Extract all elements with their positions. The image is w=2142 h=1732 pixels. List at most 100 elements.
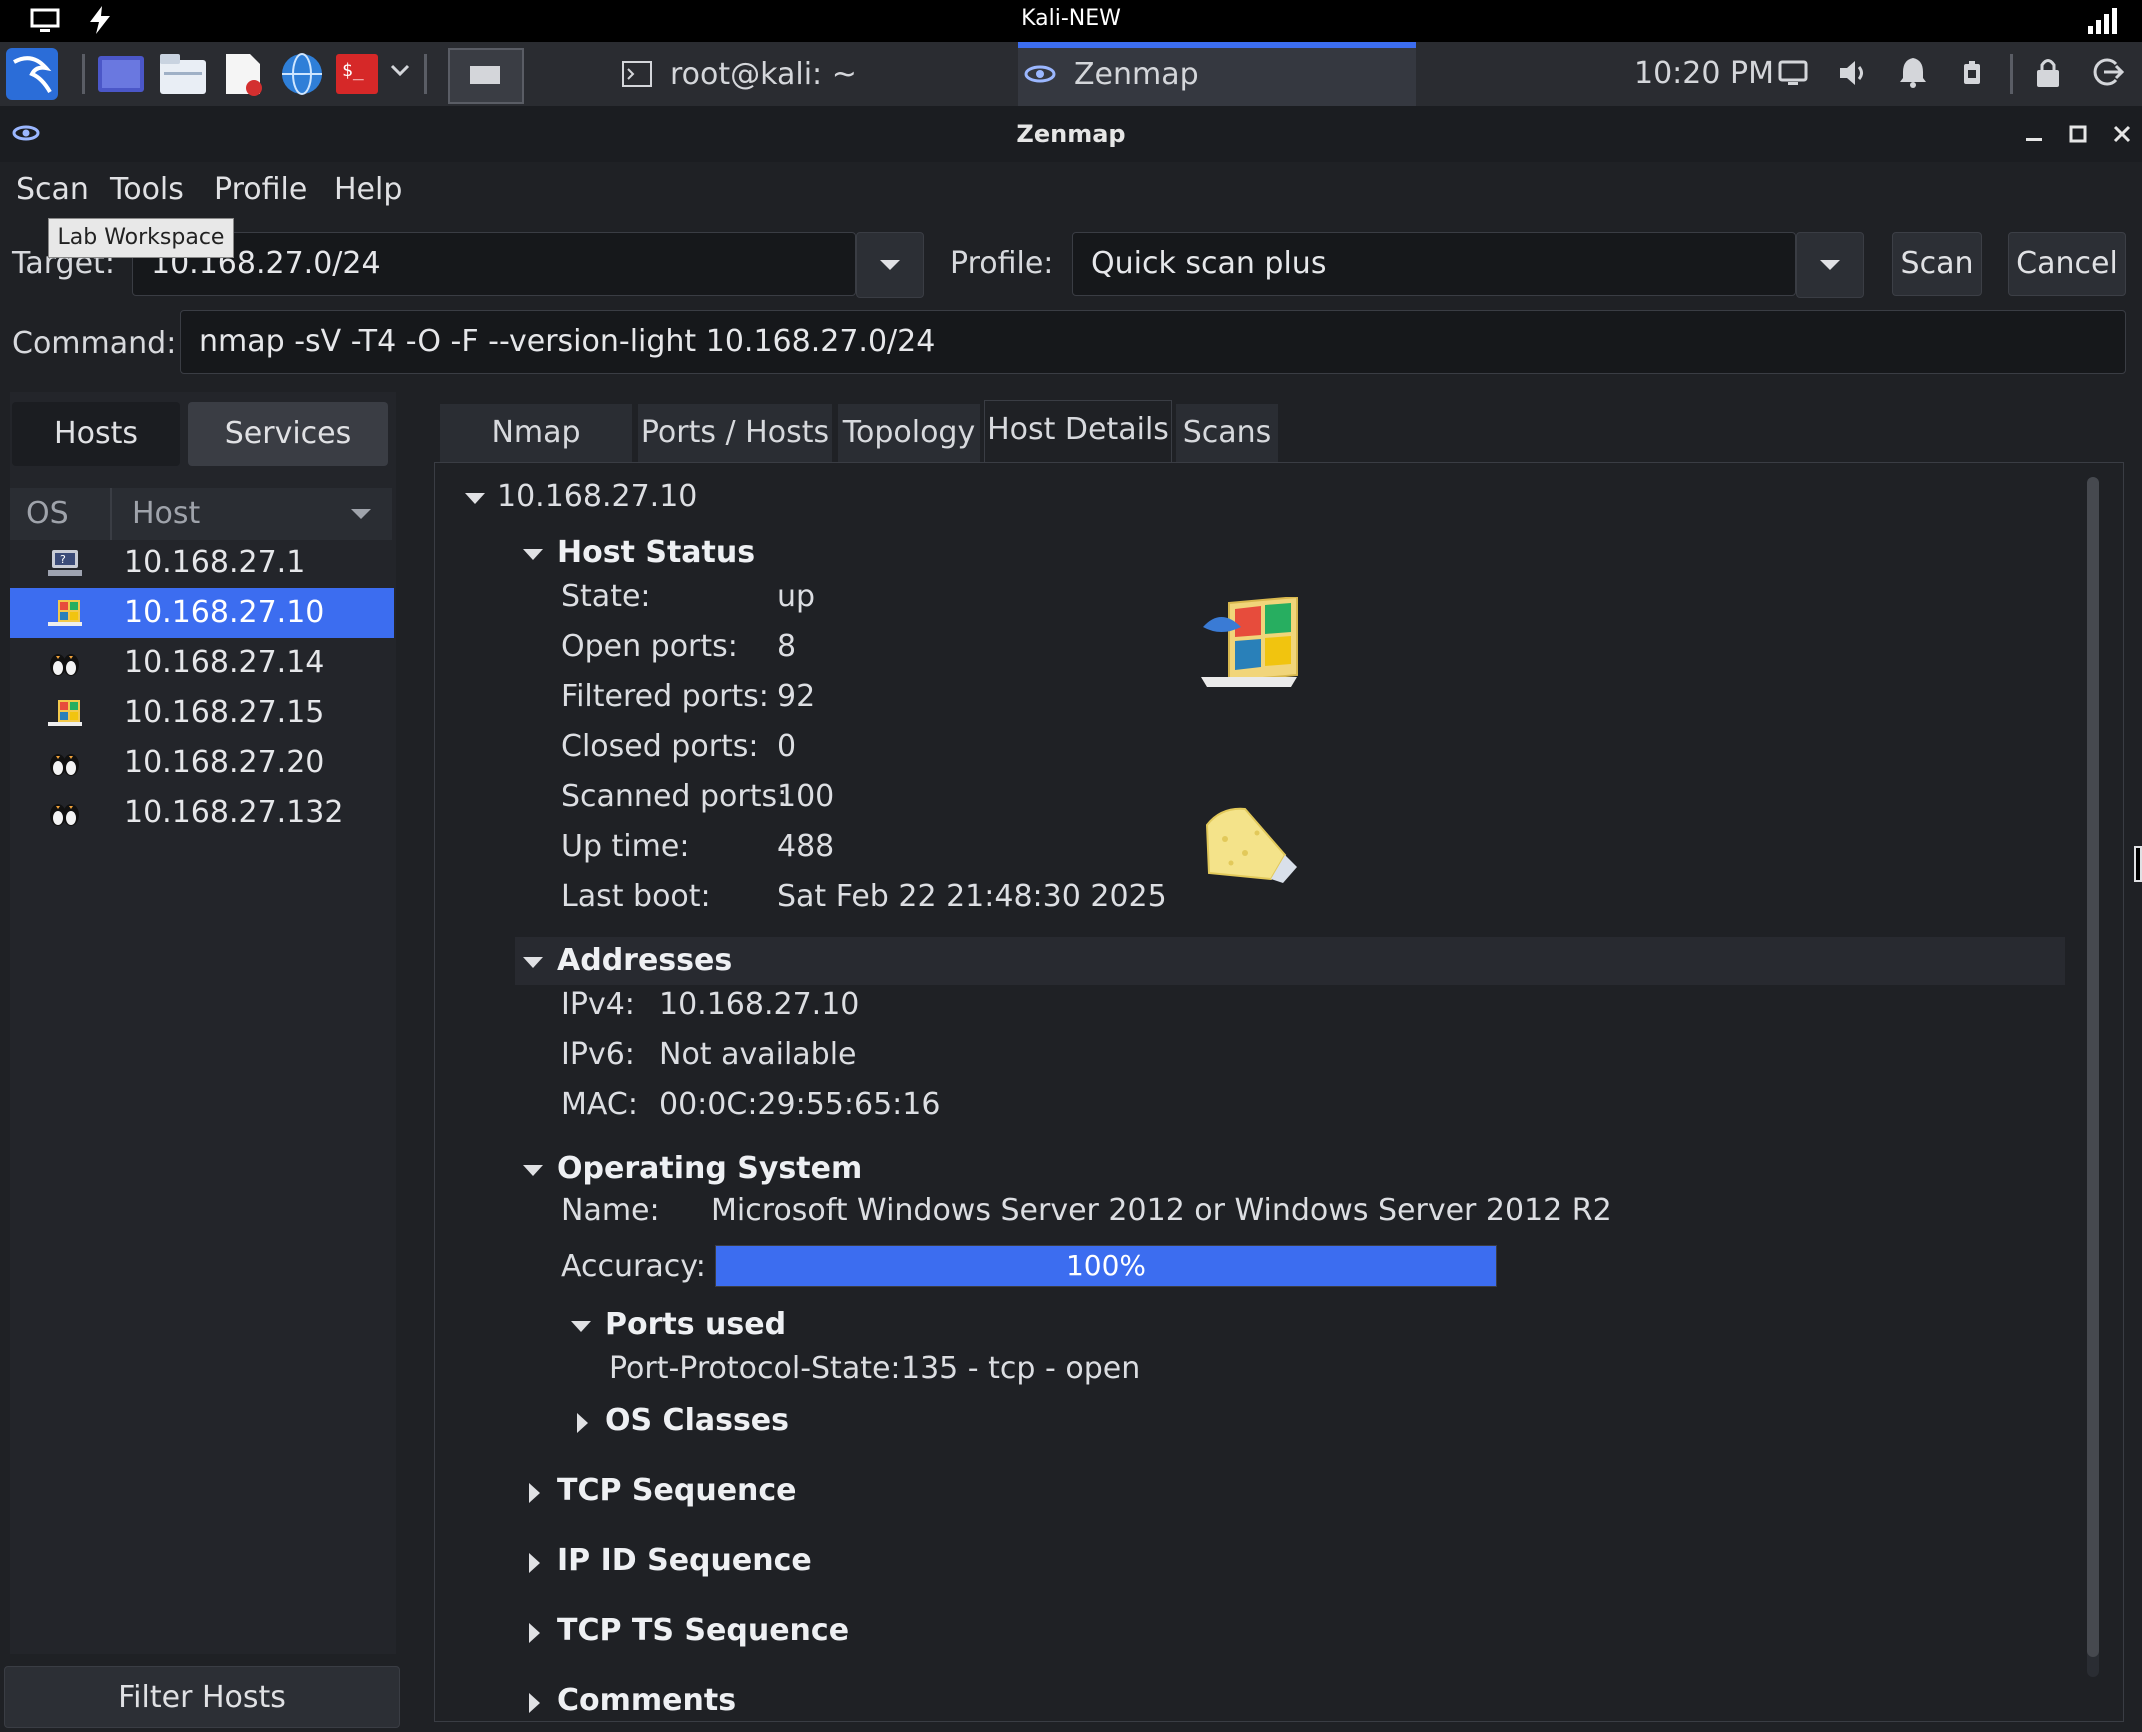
port-protocol-state-value: 135 - tcp - open [901, 1351, 1141, 1386]
expand-ports-used-toggle[interactable] [571, 1321, 591, 1332]
operating-system-heading[interactable]: Operating System [557, 1151, 862, 1186]
expand-tcp-sequence-toggle[interactable] [529, 1483, 540, 1503]
profile-dropdown-button[interactable] [1796, 232, 1864, 298]
show-desktop-button[interactable] [448, 48, 524, 104]
host-row[interactable]: 10.168.27.132 [10, 788, 394, 838]
host-ip: 10.168.27.20 [124, 745, 325, 780]
terminal-launcher-icon[interactable]: $_ [336, 54, 378, 94]
host-ip: 10.168.27.1 [124, 545, 306, 580]
host-ip: 10.168.27.132 [124, 795, 344, 830]
task-zenmap[interactable]: Zenmap [1018, 42, 1416, 106]
addresses-heading[interactable]: Addresses [557, 943, 732, 978]
services-toggle-button[interactable]: Services [188, 402, 388, 466]
cancel-button[interactable]: Cancel [2008, 232, 2126, 296]
scan-button[interactable]: Scan [1892, 232, 1982, 296]
clock[interactable]: 10:20 PM [1634, 56, 1774, 91]
menu-tools[interactable]: Tools [110, 172, 184, 207]
window-title: Zenmap [1016, 120, 1126, 148]
host-row[interactable]: 10.168.27.15 [10, 688, 394, 738]
accuracy-progress-bar: 100% [715, 1245, 1497, 1287]
last-boot-label: Last boot: [561, 879, 711, 914]
open-ports-label: Open ports: [561, 629, 738, 664]
tcp-sequence-heading[interactable]: TCP Sequence [557, 1473, 797, 1508]
battery-icon[interactable] [1962, 60, 1982, 86]
tab-topology[interactable]: Topology [838, 404, 980, 462]
windows-logo-icon [1201, 597, 1301, 687]
minimize-icon[interactable] [2024, 124, 2044, 144]
up-time-value: 488 [777, 829, 835, 864]
expand-host-toggle[interactable] [465, 493, 485, 504]
comments-heading[interactable]: Comments [557, 1683, 736, 1718]
chevron-down-icon[interactable] [390, 64, 410, 78]
host-column-header[interactable]: Host [132, 496, 200, 531]
kali-menu-icon[interactable] [6, 48, 58, 100]
expand-host-status-toggle[interactable] [523, 549, 543, 560]
expand-os-toggle[interactable] [523, 1165, 543, 1176]
web-browser-icon[interactable] [280, 52, 324, 96]
closed-ports-label: Closed ports: [561, 729, 759, 764]
maximize-icon[interactable] [2068, 124, 2088, 144]
closed-ports-value: 0 [777, 729, 797, 764]
logout-icon[interactable] [2092, 56, 2124, 88]
expand-tcp-ts-sequence-toggle[interactable] [529, 1623, 540, 1643]
task-terminal[interactable]: root@kali: ~ [606, 42, 1006, 106]
hosts-toggle-button[interactable]: Hosts [12, 402, 180, 466]
menu-help[interactable]: Help [334, 172, 402, 207]
notifications-bell-icon[interactable] [1898, 56, 1928, 88]
host-ip: 10.168.27.15 [124, 695, 325, 730]
svg-text:?: ? [60, 553, 66, 566]
filter-hosts-button[interactable]: Filter Hosts [4, 1666, 400, 1728]
os-column-header[interactable]: OS [26, 496, 69, 531]
close-icon[interactable] [2112, 124, 2132, 144]
host-row[interactable]: 10.168.27.20 [10, 738, 394, 788]
target-input[interactable]: 10.168.27.0/24 [132, 232, 856, 296]
ports-used-heading[interactable]: Ports used [605, 1307, 786, 1342]
profile-label: Profile: [950, 246, 1054, 281]
tab-ports-hosts[interactable]: Ports / Hosts [638, 404, 832, 462]
cheese-uptime-icon [1201, 803, 1301, 883]
text-editor-icon[interactable] [224, 52, 264, 96]
task-zenmap-label: Zenmap [1074, 56, 1199, 92]
workspace-switcher-icon[interactable] [98, 56, 144, 92]
filtered-ports-value: 92 [777, 679, 816, 714]
linux-os-icon [44, 648, 84, 678]
command-label: Command: [12, 326, 177, 361]
host-node-label[interactable]: 10.168.27.10 [497, 479, 697, 514]
host-details-panel: 10.168.27.10 Host Status State: up Open … [434, 462, 2124, 1722]
expand-addresses-toggle[interactable] [523, 957, 543, 968]
os-classes-heading[interactable]: OS Classes [605, 1403, 789, 1438]
profile-select[interactable]: Quick scan plus [1072, 232, 1796, 296]
tab-nmap-output[interactable]: Nmap Output [440, 404, 632, 508]
eye-icon [1024, 64, 1056, 84]
expand-ip-id-sequence-toggle[interactable] [529, 1553, 540, 1573]
chevron-down-icon [1819, 259, 1841, 271]
expand-comments-toggle[interactable] [529, 1693, 540, 1713]
display-icon[interactable] [1778, 60, 1808, 86]
state-label: State: [561, 579, 651, 614]
ip-id-sequence-heading[interactable]: IP ID Sequence [557, 1543, 812, 1578]
accuracy-label: Accuracy: [561, 1249, 706, 1284]
host-row-selected[interactable]: 10.168.27.10 [10, 588, 394, 638]
menu-scan[interactable]: Scan [16, 172, 89, 207]
volume-icon[interactable] [1838, 58, 1870, 88]
command-input[interactable]: nmap -sV -T4 -O -F --version-light 10.16… [180, 310, 2126, 374]
sort-chevron-icon[interactable] [350, 508, 372, 520]
host-row[interactable]: ? 10.168.27.1 [10, 538, 394, 588]
tcp-ts-sequence-heading[interactable]: TCP TS Sequence [557, 1613, 849, 1648]
port-protocol-state-label: Port-Protocol-State: [609, 1351, 901, 1386]
tab-scans[interactable]: Scans [1176, 404, 1278, 462]
menu-profile[interactable]: Profile [214, 172, 307, 207]
target-dropdown-button[interactable] [856, 232, 924, 298]
terminal-icon [622, 61, 652, 87]
host-row[interactable]: 10.168.27.14 [10, 638, 394, 688]
chevron-down-icon [879, 259, 901, 271]
expand-os-classes-toggle[interactable] [577, 1413, 588, 1433]
host-status-heading[interactable]: Host Status [557, 535, 755, 570]
state-value: up [777, 579, 816, 614]
details-scrollbar[interactable] [2087, 477, 2099, 1677]
lock-screen-icon[interactable] [2034, 56, 2062, 88]
scrollbar-thumb[interactable] [2087, 477, 2099, 1657]
tab-host-details[interactable]: Host Details [984, 400, 1172, 463]
resize-handle[interactable] [2134, 846, 2142, 882]
file-manager-icon[interactable] [160, 54, 206, 94]
